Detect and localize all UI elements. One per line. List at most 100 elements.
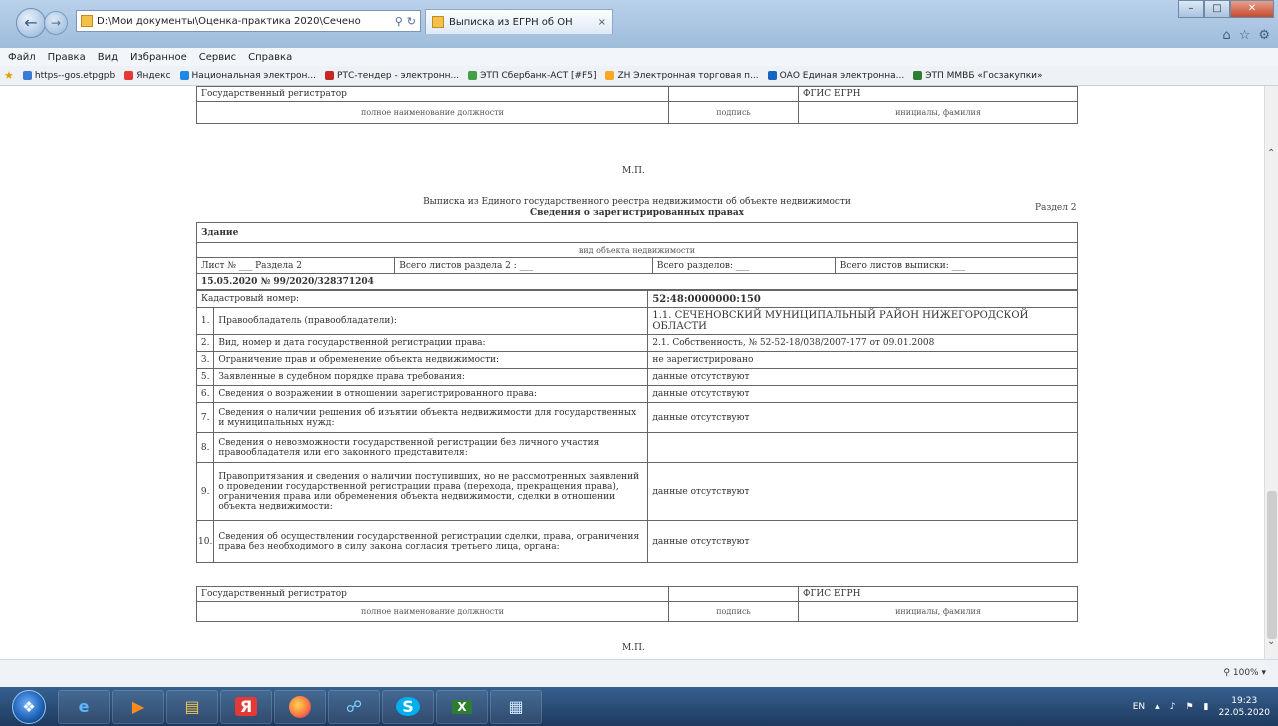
favorite-link[interactable]: ZH Электронная торговая п... (605, 71, 759, 81)
search-icon[interactable]: ⚲ (395, 15, 403, 28)
menu-tools[interactable]: Сервис (199, 52, 236, 63)
favorite-link[interactable]: РТС-тендер - электронн... (325, 71, 459, 81)
taskbar-explorer[interactable]: ▤ (166, 689, 218, 724)
menu-favorites[interactable]: Избранное (130, 52, 187, 63)
tab-page-icon (432, 16, 444, 28)
address-text[interactable]: D:\Мои документы\Оценка-практика 2020\Се… (97, 16, 391, 27)
flag-icon[interactable]: ⚑ (1185, 702, 1193, 712)
row-value: 2.1. Собственность, № 52-52-18/038/2007-… (647, 334, 1078, 352)
minimize-button[interactable]: – (1178, 0, 1204, 18)
favorite-icon (913, 71, 923, 80)
favorite-link[interactable]: Национальная электрон... (179, 71, 316, 81)
speaker-icon[interactable]: ♪ (1170, 702, 1176, 712)
taskbar-media-player[interactable]: ▶ (112, 689, 164, 724)
sections-total: Всего разделов: ___ (651, 257, 836, 274)
scroll-up-icon[interactable]: ⌃ (1267, 148, 1275, 159)
maximize-button[interactable]: □ (1204, 0, 1230, 18)
home-icon[interactable]: ⌂ (1222, 28, 1230, 43)
clock[interactable]: 19:23 22.05.2020 (1218, 695, 1270, 719)
folder-icon: ▤ (184, 697, 200, 716)
taskbar-network[interactable]: ☍ (328, 689, 380, 724)
scroll-thumb[interactable] (1267, 491, 1277, 639)
menu-edit[interactable]: Правка (48, 52, 86, 63)
menu-file[interactable]: Файл (8, 52, 36, 63)
row-value: 1.1. СЕЧЕНОВСКИЙ МУНИЦИПАЛЬНЫЙ РАЙОН НИЖ… (647, 307, 1078, 335)
favorite-link[interactable]: ЭТП ММВБ «Госзакупки» (913, 71, 1043, 81)
tab-label: Выписка из ЕГРН об ОН (449, 16, 573, 28)
row-value: данные отсутствуют (647, 402, 1078, 433)
fgis-cell: ФГИС ЕГРН (798, 86, 1078, 102)
gear-icon[interactable]: ⚙ (1258, 28, 1270, 43)
taskbar-skype[interactable]: S (382, 689, 434, 724)
clock-date: 22.05.2020 (1218, 707, 1270, 718)
zoom-level: 100% (1232, 668, 1259, 678)
taskbar-excel[interactable]: X (436, 689, 488, 724)
row-label: Ограничение прав и обременение объекта н… (213, 351, 649, 369)
signal-icon[interactable]: ▮ (1204, 702, 1209, 712)
favorite-link[interactable]: ЭТП Сбербанк-АСТ [#F5] (468, 71, 596, 81)
excel-icon: X (452, 699, 472, 714)
firefox-icon (289, 695, 311, 718)
stamp-placeholder: М.П. (622, 166, 645, 176)
tray-arrow-icon[interactable]: ▴ (1155, 702, 1160, 712)
close-button[interactable]: ✕ (1230, 0, 1274, 18)
taskbar-firefox[interactable] (274, 689, 326, 724)
back-button[interactable]: ← (16, 8, 46, 38)
row-number: 7. (195, 402, 215, 433)
favorites-star-icon[interactable]: ★ (4, 69, 14, 82)
system-tray: EN ▴ ♪ ⚑ ▮ 19:23 22.05.2020 (1133, 687, 1270, 726)
zoom-control[interactable]: ⚲ 100% ▾ (1223, 668, 1266, 678)
registrar-cell: Государственный регистратор (196, 86, 669, 102)
sheet-number: Лист № ___ Раздела 2 (195, 257, 396, 274)
windows-taskbar: ❖ e ▶ ▤ Я ☍ S X ▦ EN ▴ ♪ ⚑ ▮ 19:23 22.05… (0, 687, 1278, 726)
row-number: 10. (195, 520, 215, 563)
vertical-scrollbar[interactable]: ⌃ ⌄ (1264, 86, 1278, 659)
favorite-icon (179, 71, 189, 80)
zoom-icon: ⚲ (1223, 668, 1230, 678)
language-indicator[interactable]: EN (1133, 702, 1145, 712)
favorite-icon (124, 71, 134, 80)
position-caption: полное наименование должности (196, 601, 669, 622)
favorite-link[interactable]: ОАО Единая электронна... (767, 71, 904, 81)
scroll-down-icon[interactable]: ⌄ (1267, 636, 1275, 647)
taskbar-app[interactable]: ▦ (490, 689, 542, 724)
favorites-star-icon[interactable]: ☆ (1239, 28, 1251, 43)
page-content: Государственный регистратор ФГИС ЕГРН по… (0, 86, 1264, 659)
skype-icon: S (396, 697, 420, 716)
date-number: 15.05.2020 № 99/2020/328371204 (196, 273, 1078, 290)
row-label: Правопритязания и сведения о наличии пос… (213, 462, 649, 521)
favorite-link[interactable]: https--gos.etpgpb (22, 71, 115, 81)
cadastral-label: Кадастровый номер: (195, 290, 649, 308)
favorite-link[interactable]: Яндекс (124, 71, 171, 81)
menu-view[interactable]: Вид (98, 52, 118, 63)
top-signature-block: Государственный регистратор ФГИС ЕГРН по… (196, 86, 1078, 124)
taskbar-ie[interactable]: e (58, 689, 110, 724)
row-label: Сведения о возражении в отношении зареги… (213, 385, 649, 403)
row-number: 5. (195, 368, 215, 386)
tab-extract[interactable]: Выписка из ЕГРН об ОН × (425, 9, 613, 34)
address-bar[interactable]: D:\Мои документы\Оценка-практика 2020\Се… (76, 10, 421, 32)
menu-help[interactable]: Справка (248, 52, 292, 63)
row-label: Сведения об осуществлении государственно… (213, 520, 649, 563)
position-caption: полное наименование должности (196, 101, 669, 124)
row-value: данные отсутствуют (647, 368, 1078, 386)
row-label: Сведения о наличии решения об изъятии об… (213, 402, 649, 433)
start-button[interactable]: ❖ (12, 689, 46, 724)
fgis-cell: ФГИС ЕГРН (798, 586, 1078, 602)
taskbar-yandex[interactable]: Я (220, 689, 272, 724)
row-value: данные отсутствуют (647, 385, 1078, 403)
section-sheets: Всего листов раздела 2 : ___ (394, 257, 653, 274)
cadastral-number: 52:48:0000000:150 (647, 290, 1078, 308)
initials-caption: инициалы, фамилия (798, 101, 1078, 124)
registrar-cell: Государственный регистратор (196, 586, 669, 602)
signature-cell (668, 586, 799, 602)
page-icon (81, 15, 93, 27)
signature-caption: подпись (668, 601, 799, 622)
document-title: Выписка из Единого государственного реес… (423, 197, 851, 207)
row-label: Правообладатель (правообладатели): (213, 307, 649, 335)
initials-caption: инициалы, фамилия (798, 601, 1078, 622)
tab-close-icon[interactable]: × (598, 17, 606, 28)
row-number: 9. (195, 462, 215, 521)
refresh-icon[interactable]: ↻ (407, 15, 416, 28)
forward-button[interactable]: → (44, 11, 68, 35)
